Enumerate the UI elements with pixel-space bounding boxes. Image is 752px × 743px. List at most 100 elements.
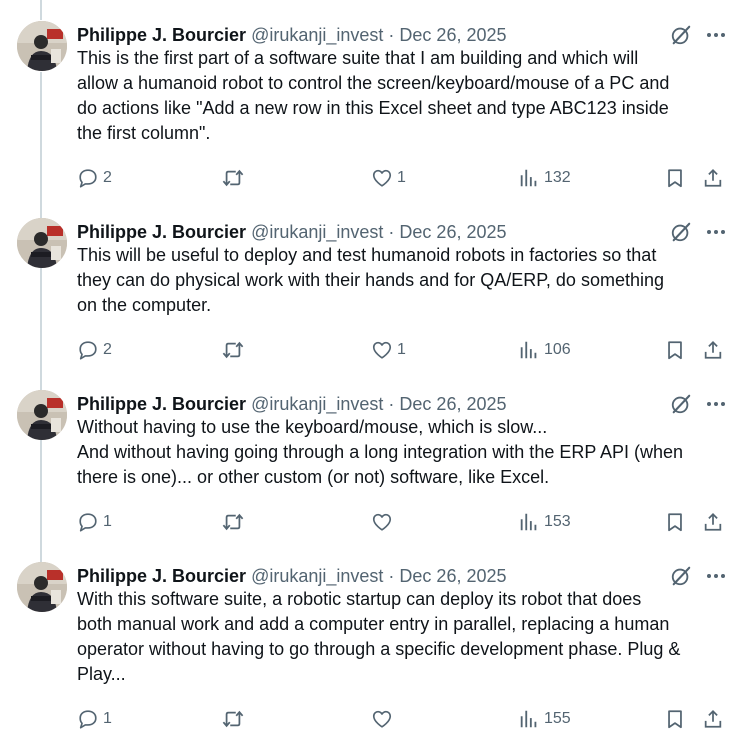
tweet[interactable]: Philippe J. Bourcier @irukanji_invest · … xyxy=(0,218,752,390)
tweet-text: This is the first part of a software sui… xyxy=(77,46,737,146)
tweet-header: Philippe J. Bourcier @irukanji_invest · … xyxy=(77,564,507,588)
bookmark-icon xyxy=(664,339,686,361)
views-icon xyxy=(518,511,540,533)
reply-count: 2 xyxy=(103,169,112,186)
author-handle[interactable]: @irukanji_invest xyxy=(251,222,383,242)
repost-button[interactable] xyxy=(221,165,249,191)
share-button[interactable] xyxy=(702,165,724,191)
author-name[interactable]: Philippe J. Bourcier xyxy=(77,566,246,586)
views-button[interactable]: 153 xyxy=(518,509,571,535)
like-icon xyxy=(371,339,393,361)
like-button[interactable]: 1 xyxy=(371,337,406,363)
share-button[interactable] xyxy=(702,337,724,363)
tweet-text-line: allow a humanoid robot to control the sc… xyxy=(77,73,670,93)
views-button[interactable]: 155 xyxy=(518,706,571,732)
more-icon[interactable] xyxy=(706,394,726,414)
tweet-date[interactable]: Dec 26, 2025 xyxy=(399,222,506,242)
tweet-text-line: both manual work and add a computer entr… xyxy=(77,614,670,634)
avatar[interactable] xyxy=(17,21,67,71)
views-count: 155 xyxy=(544,710,571,727)
share-button[interactable] xyxy=(702,706,724,732)
reply-count: 1 xyxy=(103,710,112,727)
tweet-date[interactable]: Dec 26, 2025 xyxy=(399,25,506,45)
repost-button[interactable] xyxy=(221,509,249,535)
tweet-text-line: do actions like "Add a new row in this E… xyxy=(77,98,669,118)
repost-icon xyxy=(221,167,245,189)
more-icon[interactable] xyxy=(706,222,726,242)
header-actions xyxy=(670,23,726,47)
repost-button[interactable] xyxy=(221,337,249,363)
reply-icon xyxy=(77,511,99,533)
reply-button[interactable]: 1 xyxy=(77,706,112,732)
author-handle[interactable]: @irukanji_invest xyxy=(251,566,383,586)
views-icon xyxy=(518,167,540,189)
grok-icon[interactable] xyxy=(670,221,692,243)
share-button[interactable] xyxy=(702,509,724,535)
reply-button[interactable]: 1 xyxy=(77,509,112,535)
tweet-text-line: they can do physical work with their han… xyxy=(77,270,664,290)
author-name[interactable]: Philippe J. Bourcier xyxy=(77,394,246,414)
more-icon[interactable] xyxy=(706,25,726,45)
grok-icon[interactable] xyxy=(670,393,692,415)
header-actions xyxy=(670,392,726,416)
tweet-date[interactable]: Dec 26, 2025 xyxy=(399,566,506,586)
repost-button[interactable] xyxy=(221,706,249,732)
like-icon xyxy=(371,708,393,730)
tweet-text-line: operator without having to go through a … xyxy=(77,639,681,659)
author-handle[interactable]: @irukanji_invest xyxy=(251,25,383,45)
header-actions xyxy=(670,564,726,588)
bookmark-icon xyxy=(664,511,686,533)
reply-icon xyxy=(77,708,99,730)
like-count: 1 xyxy=(397,341,406,358)
avatar[interactable] xyxy=(17,390,67,440)
reply-icon xyxy=(77,339,99,361)
grok-icon[interactable] xyxy=(670,565,692,587)
share-icon xyxy=(702,167,724,189)
thread-line xyxy=(40,0,42,20)
grok-icon[interactable] xyxy=(670,24,692,46)
bookmark-button[interactable] xyxy=(664,509,686,535)
tweet-text: Without having to use the keyboard/mouse… xyxy=(77,415,737,490)
views-button[interactable]: 132 xyxy=(518,165,571,191)
author-name[interactable]: Philippe J. Bourcier xyxy=(77,25,246,45)
bookmark-button[interactable] xyxy=(664,706,686,732)
bookmark-button[interactable] xyxy=(664,337,686,363)
views-count: 153 xyxy=(544,513,571,530)
reply-count: 2 xyxy=(103,341,112,358)
avatar[interactable] xyxy=(17,562,67,612)
like-button[interactable] xyxy=(371,509,397,535)
author-name[interactable]: Philippe J. Bourcier xyxy=(77,222,246,242)
tweet-text-line: there is one)... or other custom (or not… xyxy=(77,467,550,487)
like-count: 1 xyxy=(397,169,406,186)
author-handle[interactable]: @irukanji_invest xyxy=(251,394,383,414)
tweet-date[interactable]: Dec 26, 2025 xyxy=(399,394,506,414)
tweet-header: Philippe J. Bourcier @irukanji_invest · … xyxy=(77,392,507,416)
views-button[interactable]: 106 xyxy=(518,337,571,363)
tweet[interactable]: Philippe J. Bourcier @irukanji_invest · … xyxy=(0,390,752,562)
tweet[interactable]: Philippe J. Bourcier @irukanji_invest · … xyxy=(0,21,752,193)
repost-icon xyxy=(221,339,245,361)
more-icon[interactable] xyxy=(706,566,726,586)
action-bar: 2 1 106 xyxy=(77,337,727,363)
action-bar: 1 155 xyxy=(77,706,727,732)
reply-button[interactable]: 2 xyxy=(77,165,112,191)
action-bar: 2 1 132 xyxy=(77,165,727,191)
bookmark-button[interactable] xyxy=(664,165,686,191)
views-icon xyxy=(518,339,540,361)
like-button[interactable]: 1 xyxy=(371,165,406,191)
share-icon xyxy=(702,339,724,361)
reply-count: 1 xyxy=(103,513,112,530)
avatar[interactable] xyxy=(17,218,67,268)
tweet-text-line: Without having to use the keyboard/mouse… xyxy=(77,417,548,437)
tweet-text-line: And without having going through a long … xyxy=(77,442,684,462)
separator-dot: · xyxy=(388,394,395,414)
repost-icon xyxy=(221,708,245,730)
separator-dot: · xyxy=(388,25,395,45)
reply-button[interactable]: 2 xyxy=(77,337,112,363)
separator-dot: · xyxy=(388,566,395,586)
action-bar: 1 153 xyxy=(77,509,727,535)
tweet-text-line: Play... xyxy=(77,664,126,684)
tweet[interactable]: Philippe J. Bourcier @irukanji_invest · … xyxy=(0,562,752,743)
tweet-text-line: the first column". xyxy=(77,123,211,143)
like-button[interactable] xyxy=(371,706,397,732)
